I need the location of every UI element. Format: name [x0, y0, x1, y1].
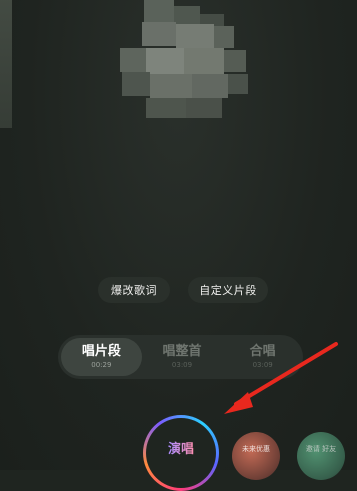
sing-button-inner: 演唱	[146, 418, 216, 488]
sing-button[interactable]: 演唱	[143, 415, 219, 491]
promo-circle-button[interactable]: 未来优惠	[232, 432, 280, 480]
tab-label: 合唱	[249, 344, 276, 359]
invite-circle-button[interactable]: 邀请 好友	[297, 432, 345, 480]
tab-sing-full[interactable]: 唱整首 03:09	[142, 335, 223, 379]
custom-segment-button[interactable]: 自定义片段	[188, 277, 268, 303]
invite-circle-label: 邀请 好友	[305, 445, 337, 453]
promo-circle-label: 未来优惠	[242, 445, 270, 453]
tab-duration: 03:09	[252, 361, 273, 369]
tab-label: 唱片段	[81, 344, 121, 359]
blurred-cover-art	[112, 0, 254, 120]
sing-mode-selector: 唱片段 00:29 唱整首 03:09 合唱 03:09	[58, 335, 303, 379]
tab-label: 唱整首	[162, 344, 202, 359]
sing-button-label: 演唱	[168, 438, 194, 457]
custom-segment-label: 自定义片段	[199, 284, 257, 297]
edit-lyrics-button[interactable]: 爆改歌词	[98, 277, 170, 303]
edit-lyrics-label: 爆改歌词	[111, 284, 157, 297]
side-panel-edge	[0, 0, 12, 128]
tab-duration: 00:29	[91, 361, 112, 369]
tab-duration: 03:09	[171, 361, 193, 369]
tab-sing-segment[interactable]: 唱片段 00:29	[61, 338, 142, 376]
tab-chorus[interactable]: 合唱 03:09	[222, 335, 303, 379]
